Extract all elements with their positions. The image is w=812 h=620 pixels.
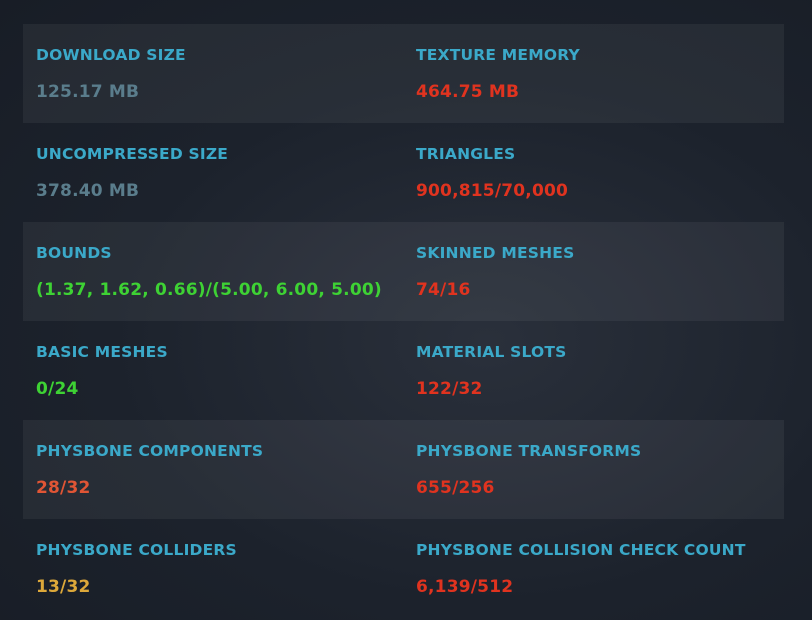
stat-value: 6,139/512 bbox=[416, 577, 514, 597]
stat-label: PHYSBONE COLLISION CHECK COUNT bbox=[416, 541, 746, 559]
stat-value: 125.17 MB bbox=[36, 82, 140, 102]
stat-uncompressed-size: UNCOMPRESSED SIZE 378.40 MB bbox=[23, 123, 403, 222]
stat-physbone-components: PHYSBONE COMPONENTS 28/32 bbox=[23, 420, 403, 519]
stat-label: DOWNLOAD SIZE bbox=[36, 46, 186, 64]
stat-row-basic-material: BASIC MESHES 0/24 MATERIAL SLOTS 122/32 bbox=[23, 321, 784, 420]
stat-label: PHYSBONE COMPONENTS bbox=[36, 442, 264, 460]
stat-value: 28/32 bbox=[36, 478, 91, 498]
stat-value: 655/256 bbox=[416, 478, 495, 498]
stat-label: SKINNED MESHES bbox=[416, 244, 575, 262]
stat-label: MATERIAL SLOTS bbox=[416, 343, 567, 361]
stat-value: 378.40 MB bbox=[36, 181, 140, 201]
stat-row-physbone-colliders-checks: PHYSBONE COLLIDERS 13/32 PHYSBONE COLLIS… bbox=[23, 519, 784, 618]
stat-basic-meshes: BASIC MESHES 0/24 bbox=[23, 321, 403, 420]
stat-row-physbone-components-transforms: PHYSBONE COMPONENTS 28/32 PHYSBONE TRANS… bbox=[23, 420, 784, 519]
stat-row-uncompressed-triangles: UNCOMPRESSED SIZE 378.40 MB TRIANGLES 90… bbox=[23, 123, 784, 222]
stat-value: 122/32 bbox=[416, 379, 483, 399]
stat-value: 13/32 bbox=[36, 577, 91, 597]
stat-label: BOUNDS bbox=[36, 244, 112, 262]
stat-texture-memory: TEXTURE MEMORY 464.75 MB bbox=[403, 24, 784, 123]
stat-label: TEXTURE MEMORY bbox=[416, 46, 580, 64]
stat-value: 900,815/70,000 bbox=[416, 181, 569, 201]
stat-label: PHYSBONE COLLIDERS bbox=[36, 541, 237, 559]
stat-label: TRIANGLES bbox=[416, 145, 516, 163]
stat-row-download-texture: DOWNLOAD SIZE 125.17 MB TEXTURE MEMORY 4… bbox=[23, 24, 784, 123]
stat-label: PHYSBONE TRANSFORMS bbox=[416, 442, 642, 460]
stat-value: 0/24 bbox=[36, 379, 79, 399]
stat-physbone-collision-check-count: PHYSBONE COLLISION CHECK COUNT 6,139/512 bbox=[403, 519, 784, 618]
stat-skinned-meshes: SKINNED MESHES 74/16 bbox=[403, 222, 784, 321]
stat-value: (1.37, 1.62, 0.66)/(5.00, 6.00, 5.00) bbox=[36, 280, 382, 300]
stat-bounds: BOUNDS (1.37, 1.62, 0.66)/(5.00, 6.00, 5… bbox=[23, 222, 403, 321]
stat-row-bounds-skinned: BOUNDS (1.37, 1.62, 0.66)/(5.00, 6.00, 5… bbox=[23, 222, 784, 321]
stat-download-size: DOWNLOAD SIZE 125.17 MB bbox=[23, 24, 403, 123]
performance-stats-panel: DOWNLOAD SIZE 125.17 MB TEXTURE MEMORY 4… bbox=[23, 24, 784, 618]
stat-material-slots: MATERIAL SLOTS 122/32 bbox=[403, 321, 784, 420]
stat-value: 464.75 MB bbox=[416, 82, 520, 102]
stat-triangles: TRIANGLES 900,815/70,000 bbox=[403, 123, 784, 222]
stat-physbone-colliders: PHYSBONE COLLIDERS 13/32 bbox=[23, 519, 403, 618]
stat-label: UNCOMPRESSED SIZE bbox=[36, 145, 229, 163]
stat-physbone-transforms: PHYSBONE TRANSFORMS 655/256 bbox=[403, 420, 784, 519]
stat-label: BASIC MESHES bbox=[36, 343, 168, 361]
stat-value: 74/16 bbox=[416, 280, 471, 300]
